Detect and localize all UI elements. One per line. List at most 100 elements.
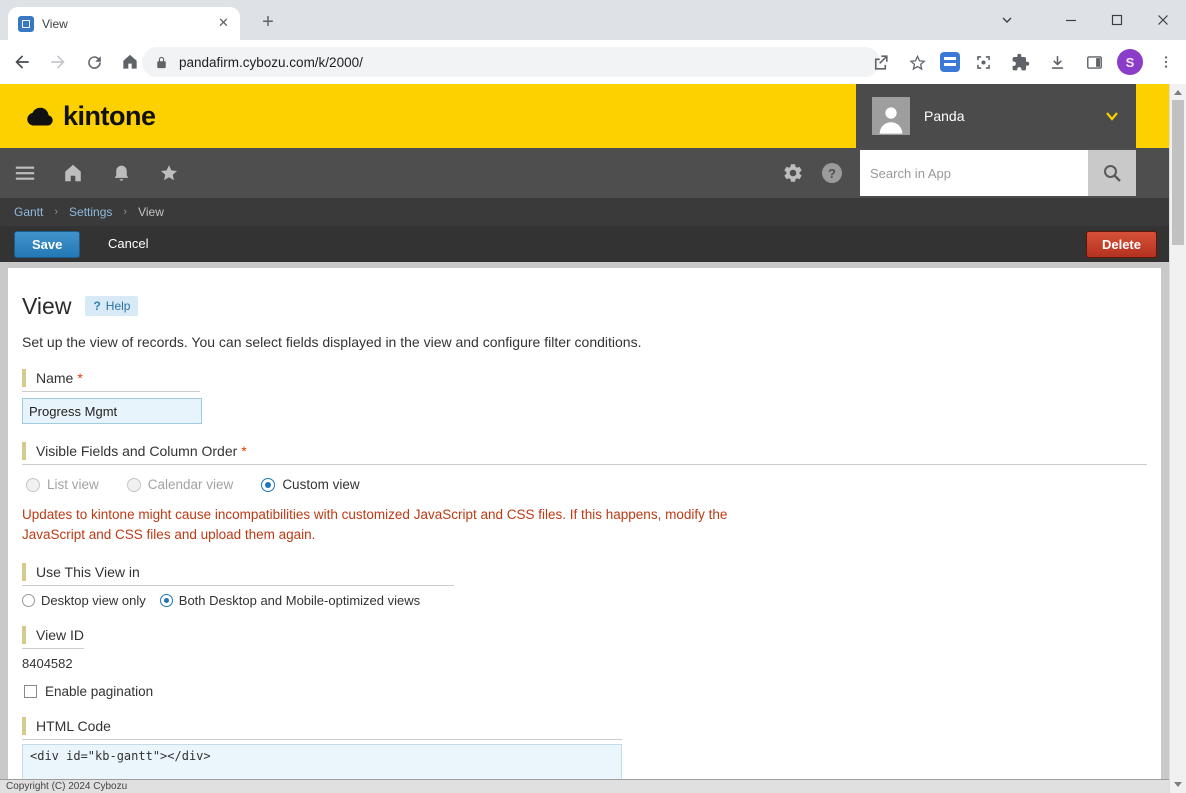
menu-hamburger-icon[interactable] [14, 162, 36, 184]
radio-both-views[interactable]: Both Desktop and Mobile-optimized views [160, 593, 420, 608]
extensions-puzzle-icon[interactable] [1006, 48, 1034, 76]
chevron-down-icon [1104, 109, 1120, 123]
html-code-section: HTML Code <div id="kb-gantt"></div> [22, 717, 1147, 779]
breadcrumb-current: View [138, 205, 164, 219]
user-name: Panda [924, 108, 964, 124]
search-icon [1100, 161, 1124, 185]
pagination-option[interactable]: Enable pagination [22, 684, 1147, 699]
radio-button-icon[interactable] [22, 594, 35, 607]
radio-button-icon [26, 478, 40, 492]
brand-name: kintone [63, 101, 156, 132]
view-type-radio-group: List view Calendar view Custom view [22, 477, 1147, 492]
browser-tab[interactable]: View ✕ [8, 7, 240, 40]
breadcrumb-link-gantt[interactable]: Gantt [14, 205, 43, 219]
screenshot-icon[interactable] [969, 48, 997, 76]
notifications-bell-icon[interactable] [110, 162, 132, 184]
lock-icon [154, 55, 169, 70]
radio-label: Calendar view [148, 477, 234, 492]
radio-calendar-view: Calendar view [127, 477, 234, 492]
html-code-section-label: HTML Code [22, 717, 1147, 735]
scroll-up-arrow[interactable] [1174, 90, 1182, 95]
search-button[interactable] [1088, 150, 1136, 196]
view-id-section-label: View ID [22, 626, 1147, 644]
view-name-input[interactable] [22, 398, 202, 424]
scroll-thumb[interactable] [1172, 100, 1184, 245]
window-maximize-button[interactable] [1094, 0, 1140, 40]
back-icon[interactable] [8, 48, 36, 76]
pagination-label: Enable pagination [45, 684, 153, 699]
page-title: View [22, 293, 71, 320]
share-icon[interactable] [866, 48, 894, 76]
delete-button[interactable]: Delete [1086, 231, 1157, 258]
use-view-radio-group: Desktop view only Both Desktop and Mobil… [22, 593, 1147, 608]
reload-icon[interactable] [80, 48, 108, 76]
help-label: Help [106, 299, 131, 313]
help-icon[interactable]: ? [822, 163, 842, 183]
settings-gear-icon[interactable] [782, 162, 804, 184]
person-icon [874, 101, 908, 135]
download-icon[interactable] [1043, 48, 1071, 76]
help-badge[interactable]: ? Help [85, 296, 138, 316]
view-id-section: View ID 8404582 [22, 626, 1147, 671]
section-underline [22, 391, 200, 392]
browser-tab-strip: View ✕ + [0, 0, 1186, 40]
scroll-down-arrow[interactable] [1174, 782, 1182, 787]
favorites-star-icon[interactable] [158, 162, 180, 184]
radio-desktop-only[interactable]: Desktop view only [22, 593, 146, 608]
pagination-checkbox[interactable] [24, 685, 37, 698]
action-bar: Save Cancel Delete [0, 226, 1169, 262]
search-input[interactable] [860, 150, 1088, 196]
radio-button-icon[interactable] [160, 594, 173, 607]
compatibility-warning: Updates to kintone might cause incompati… [22, 505, 742, 545]
browser-toolbar: pandafirm.cybozu.com/k/2000/ S [0, 40, 1186, 84]
tab-search-chevron-icon[interactable] [984, 0, 1030, 40]
breadcrumb-link-settings[interactable]: Settings [69, 205, 112, 219]
save-button[interactable]: Save [14, 231, 80, 258]
browser-menu-icon[interactable] [1152, 48, 1180, 76]
extension-icon[interactable] [940, 52, 960, 72]
user-avatar [872, 97, 910, 135]
page-scrollbar[interactable] [1169, 84, 1186, 793]
tab-favicon-icon [18, 16, 34, 32]
name-section-label: Name* [22, 369, 1147, 387]
use-view-section-label: Use This View in [22, 563, 1147, 581]
required-asterisk: * [77, 370, 82, 386]
radio-list-view: List view [26, 477, 99, 492]
view-id-value: 8404582 [22, 656, 1147, 671]
page-description: Set up the view of records. You can sele… [22, 334, 1147, 351]
section-underline [22, 739, 622, 740]
section-underline [22, 585, 454, 586]
tab-close-icon[interactable]: ✕ [215, 15, 232, 32]
use-view-section: Use This View in Desktop view only Both … [22, 563, 1147, 608]
side-panel-icon[interactable] [1080, 48, 1108, 76]
fields-section: Visible Fields and Column Order* List vi… [22, 442, 1147, 545]
window-minimize-button[interactable] [1048, 0, 1094, 40]
window-close-button[interactable] [1140, 0, 1186, 40]
radio-custom-view[interactable]: Custom view [261, 477, 359, 492]
name-section: Name* [22, 369, 1147, 424]
radio-button-icon[interactable] [261, 478, 275, 492]
tab-title: View [42, 17, 215, 31]
breadcrumb: Gantt › Settings › View [0, 198, 1169, 226]
required-asterisk: * [241, 443, 246, 459]
bookmark-star-icon[interactable] [903, 48, 931, 76]
kintone-logo[interactable]: kintone [20, 84, 156, 148]
radio-label: List view [47, 477, 99, 492]
html-code-textarea[interactable]: <div id="kb-gantt"></div> [22, 744, 622, 779]
home-nav-icon[interactable] [62, 162, 84, 184]
radio-label: Desktop view only [41, 593, 146, 608]
help-question-icon: ? [93, 299, 100, 313]
profile-avatar[interactable]: S [1117, 49, 1143, 75]
section-underline [22, 648, 84, 649]
cancel-link[interactable]: Cancel [108, 236, 148, 251]
browser-home-icon[interactable] [116, 48, 144, 76]
window-controls [984, 0, 1186, 40]
new-tab-button[interactable]: + [254, 9, 282, 37]
global-nav: ? [0, 148, 1169, 198]
screen: View ✕ + [0, 0, 1186, 793]
address-bar[interactable]: pandafirm.cybozu.com/k/2000/ [142, 47, 880, 77]
radio-button-icon [127, 478, 141, 492]
copyright-text: Copyright (C) 2024 Cybozu [6, 781, 127, 792]
forward-icon [44, 48, 72, 76]
user-menu[interactable]: Panda [856, 84, 1136, 148]
